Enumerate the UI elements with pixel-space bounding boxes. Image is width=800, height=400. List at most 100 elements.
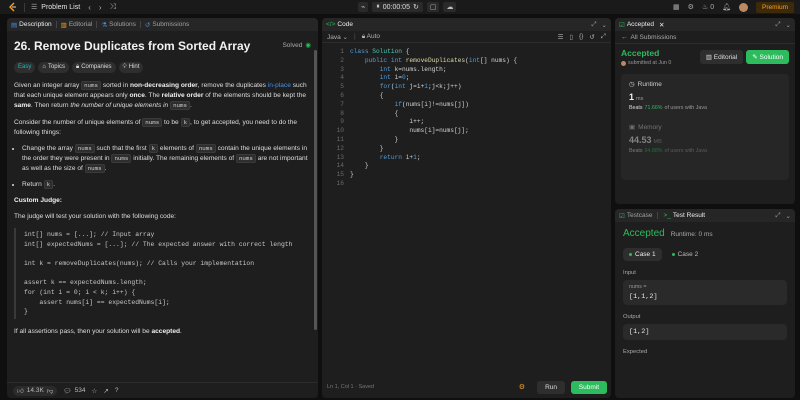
edit-icon: ✎ [752,54,758,61]
submission-meta: submitted at Jun 0 [621,60,671,66]
code-lines[interactable]: class Solution { public int removeDuplic… [350,48,517,180]
cloud-icon[interactable]: ☁ [443,2,457,12]
run-button[interactable]: Run [537,381,565,394]
bold-text: once [129,92,145,100]
tab-test-result[interactable]: >_ Test Result [663,212,705,219]
collapse-icon[interactable]: ⌄ [602,21,607,29]
solution-button[interactable]: ✎ Solution [746,50,789,64]
close-icon[interactable]: ✕ [659,21,664,29]
lightbulb-icon: 💡︎ [122,63,127,70]
bell-icon[interactable]: 🔔︎ [722,3,731,11]
reset-code-icon[interactable]: ↺ [589,33,594,41]
star-icon[interactable]: ☆ [92,387,98,395]
case-label: Case 2 [677,251,699,258]
text: Consider the number of unique elements o… [14,118,143,126]
inline-code: k [148,143,159,153]
history-icon: ↺ [144,21,151,29]
bold-text: same [14,102,31,110]
leetcode-logo-icon[interactable] [8,2,18,12]
description-scrollbar[interactable] [314,50,317,330]
in-place-link[interactable]: in-place [268,82,291,89]
all-submissions-link[interactable]: ← All Submissions [615,31,795,44]
problem-list-link[interactable]: Problem List [41,4,80,11]
bookmark-icon[interactable]: ▯ [569,33,573,41]
share-icon[interactable]: ↗ [103,387,108,395]
tab-solutions[interactable]: ⚗ Solutions [101,21,136,29]
maximize-icon[interactable]: ⤢ [591,21,596,29]
debug-icon[interactable]: ⚙ [519,383,525,391]
beats-tail: of users with Java [664,105,707,111]
bug-icon[interactable]: ⌁ [358,2,369,12]
tab-accepted[interactable]: ☑ Accepted ✕ [619,21,664,29]
tab-description[interactable]: ▤ Description [11,21,52,29]
input-label: Input [623,270,636,276]
prev-problem-icon[interactable]: ‹ [88,3,91,12]
code-editor[interactable]: 1 2 3 4 5 6 7 8 9 10 11 12 13 14 15 16 class Solution {… [322,44,611,364]
language-select[interactable]: Java ⌄ [327,33,348,41]
comments-button[interactable]: 💬︎ 534 [63,387,85,395]
like-count: 14.3K [26,387,44,394]
text: . [104,165,107,173]
premium-button[interactable]: Premium [755,1,794,13]
avatar[interactable] [738,2,748,12]
topics-tag[interactable]: ⌂ Topics [38,61,69,73]
fire-streak[interactable]: ♨ 0 [702,3,714,11]
layout-icon[interactable]: ▦ [673,3,680,11]
description-paragraph-end: If all assertions pass, then your soluti… [14,327,311,337]
divider [24,2,25,12]
arrow-left-icon: ← [621,33,628,41]
inline-code: nums [111,154,132,164]
line-number: 4 [340,74,344,82]
text: sorted in [101,81,130,89]
solved-status: Solved ◉ [282,41,311,51]
expected-label: Expected [623,349,648,355]
shuffle-icon[interactable]: ⤨ [110,2,116,12]
braces-icon[interactable]: {} [579,33,583,41]
case-tab-1[interactable]: Case 1 [623,248,662,261]
document-icon: ▤ [11,21,18,29]
text: initially. The remaining elements of [131,155,236,163]
hint-tag[interactable]: 💡︎ Hint [118,61,144,73]
inline-code: nums [235,154,256,164]
memory-header: ▣ Memory [629,123,781,132]
difficulty-badge[interactable]: Easy [14,61,36,73]
autocomplete-toggle[interactable]: 🔒︎ Auto [362,33,380,41]
help-icon[interactable]: ? [115,387,119,394]
submit-button[interactable]: Submit [570,381,607,394]
pause-icon[interactable]: ⏸ [376,3,380,11]
expand-icon[interactable]: ⤢ [601,33,606,41]
line-number: 14 [336,162,344,170]
list-icon[interactable]: ☰ [31,3,37,11]
tab-label: Description [19,21,52,28]
companies-tag[interactable]: 🔒︎ Companies [71,61,116,73]
tab-editorial[interactable]: ▥ Editorial [61,21,93,29]
tab-code[interactable]: </> Code [326,21,353,28]
maximize-icon[interactable]: ⤢ [775,21,780,29]
description-body: 26. Remove Duplicates from Sorted Array … [7,31,318,347]
timer[interactable]: ⏸ 00:00:05 ↻ [372,2,423,12]
tab-testcase[interactable]: ☑ Testcase [619,212,652,220]
case-tabs: Case 1 Case 2 [623,248,787,261]
line-number: 7 [340,100,344,108]
divider [139,21,141,28]
notes-icon[interactable]: ▢ [426,2,440,12]
case-tab-2[interactable]: Case 2 [666,248,705,261]
memory-section[interactable]: ▣ Memory 44.53 MB Beats 94.88% of users with… [629,123,781,155]
like-button[interactable]: 👍︎ 14.3K 👎︎ [13,385,58,396]
code-icon: </> [326,21,336,28]
collapse-icon[interactable]: ⌄ [786,212,791,220]
runtime-value: 1 [629,92,635,102]
accepted-header: Accepted submitted at Jun 0 ▥ Editorial … [615,44,795,70]
collapse-icon[interactable]: ⌄ [786,21,791,29]
next-problem-icon[interactable]: › [99,3,102,12]
reset-icon[interactable]: ↻ [413,3,419,11]
format-icon[interactable]: ☰ [558,33,564,41]
settings-icon[interactable]: ⚙ [688,3,694,11]
inline-code: nums [170,101,190,111]
editorial-button[interactable]: ▥ Editorial [699,50,744,64]
line-number: 13 [336,153,344,161]
maximize-icon[interactable]: ⤢ [775,212,780,220]
text: elements of [158,144,196,152]
tab-submissions[interactable]: ↺ Submissions [145,21,189,29]
thumbs-down-icon[interactable]: 👎︎ [47,387,54,395]
